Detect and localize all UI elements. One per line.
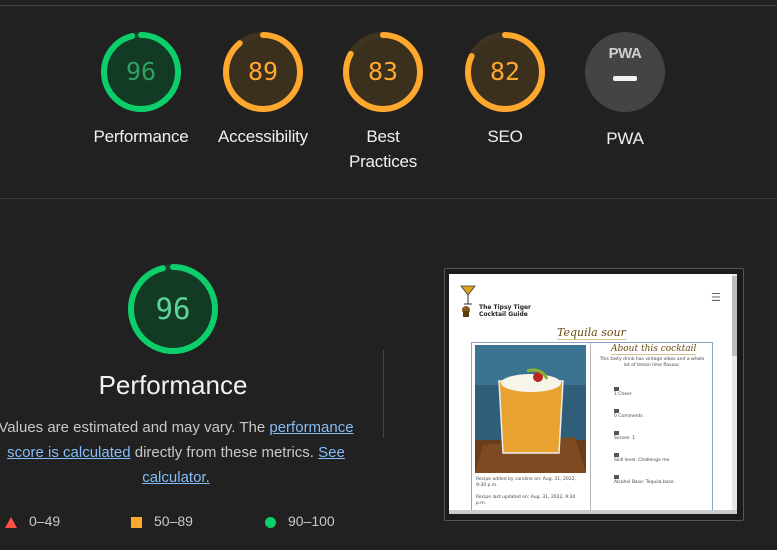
pwa-badge: PWA [585,32,665,112]
info-cheers: 1 Cheer [614,387,704,398]
square-icon [131,516,142,528]
hamburger-icon: ☰ [711,291,721,304]
skill-icon [614,453,619,457]
spirit-icon [614,475,619,479]
info-serves: Serves: 1 [614,431,704,442]
gauge-score: 96 [125,57,157,86]
triangle-icon [5,516,17,528]
pwa-badge-text: PWA [608,45,642,62]
about-title: About this cocktail [611,344,697,355]
info-base: Alcohol Base: Tequila base [614,475,704,486]
recipe-title: Tequila sour [557,326,626,340]
gauge-label: PWA [606,129,644,148]
info-text: Skill level: Challenge me [614,458,670,463]
gauge-accessibility[interactable]: 89 Accessibility [206,30,320,149]
column-divider [590,343,591,514]
legend-pass: 90–100 [265,513,335,529]
legend-range: 90–100 [288,513,335,529]
legend-fail: 0–49 [5,513,60,529]
brand-name: The Tipsy Tiger Cocktail Guide [479,304,532,318]
legend-range: 0–49 [29,513,61,529]
gauge-label: SEO [487,127,523,146]
gauge-score: 82 [489,57,521,86]
gauge-label-line2: Practices [348,152,418,171]
recipe-updated: Recipe last updated on: Aug. 31, 2022, 9… [476,495,576,506]
gauge-seo[interactable]: 82 SEO [450,30,560,149]
pwa-dash-icon [613,76,637,81]
top-border [0,5,777,6]
performance-gauge-large: 96 [126,262,220,356]
gauge-pwa[interactable]: PWA PWA [570,30,680,151]
section-divider [0,198,777,199]
gauge-score: 89 [247,57,279,86]
info-text: 0 Comments [614,414,643,419]
info-text: Serves: 1 [614,436,636,441]
desc-text-1: Values are estimated and may vary. The [0,419,270,436]
info-skill: Skill level: Challenge me [614,453,704,464]
glass-icon [614,387,619,391]
cocktail-photo [475,345,586,473]
recipe-card: About this cocktail This tasty drink has… [471,342,713,514]
gauge-label: Best Practices [328,124,438,174]
comment-icon [614,409,619,413]
legend-average: 50–89 [131,513,193,529]
scrollbar-thumb[interactable] [732,276,737,356]
gauge-label: Accessibility [218,127,308,146]
performance-score: 96 [155,292,191,326]
vertical-separator [383,350,384,438]
serves-icon [614,431,619,435]
cocktail-logo-icon [460,285,476,317]
info-comments: 0 Comments [614,409,704,420]
gauge-label: Performance [93,127,189,146]
horizontal-scrollbar[interactable] [449,510,737,514]
info-text: Alcohol Base: Tequila base [614,480,674,485]
about-text: This tasty drink has vintage vibes and a… [599,357,705,368]
performance-description: Values are estimated and may vary. The p… [0,415,358,490]
performance-title: Performance [98,370,248,400]
circle-icon [265,516,276,528]
gauge-label-line1: Best [366,127,400,146]
info-text: 1 Cheer [614,392,632,397]
gauge-score: 83 [367,57,399,86]
gauge-performance[interactable]: 96 Performance [86,30,196,149]
final-screenshot: The Tipsy Tiger Cocktail Guide ☰ Tequila… [449,274,737,514]
gauge-best-practices[interactable]: 83 Best Practices [328,30,438,174]
recipe-added: Recipe added by caroline on: Aug. 31, 20… [476,477,576,488]
legend-range: 50–89 [154,513,193,529]
desc-text-2: directly from these metrics. [130,444,319,461]
